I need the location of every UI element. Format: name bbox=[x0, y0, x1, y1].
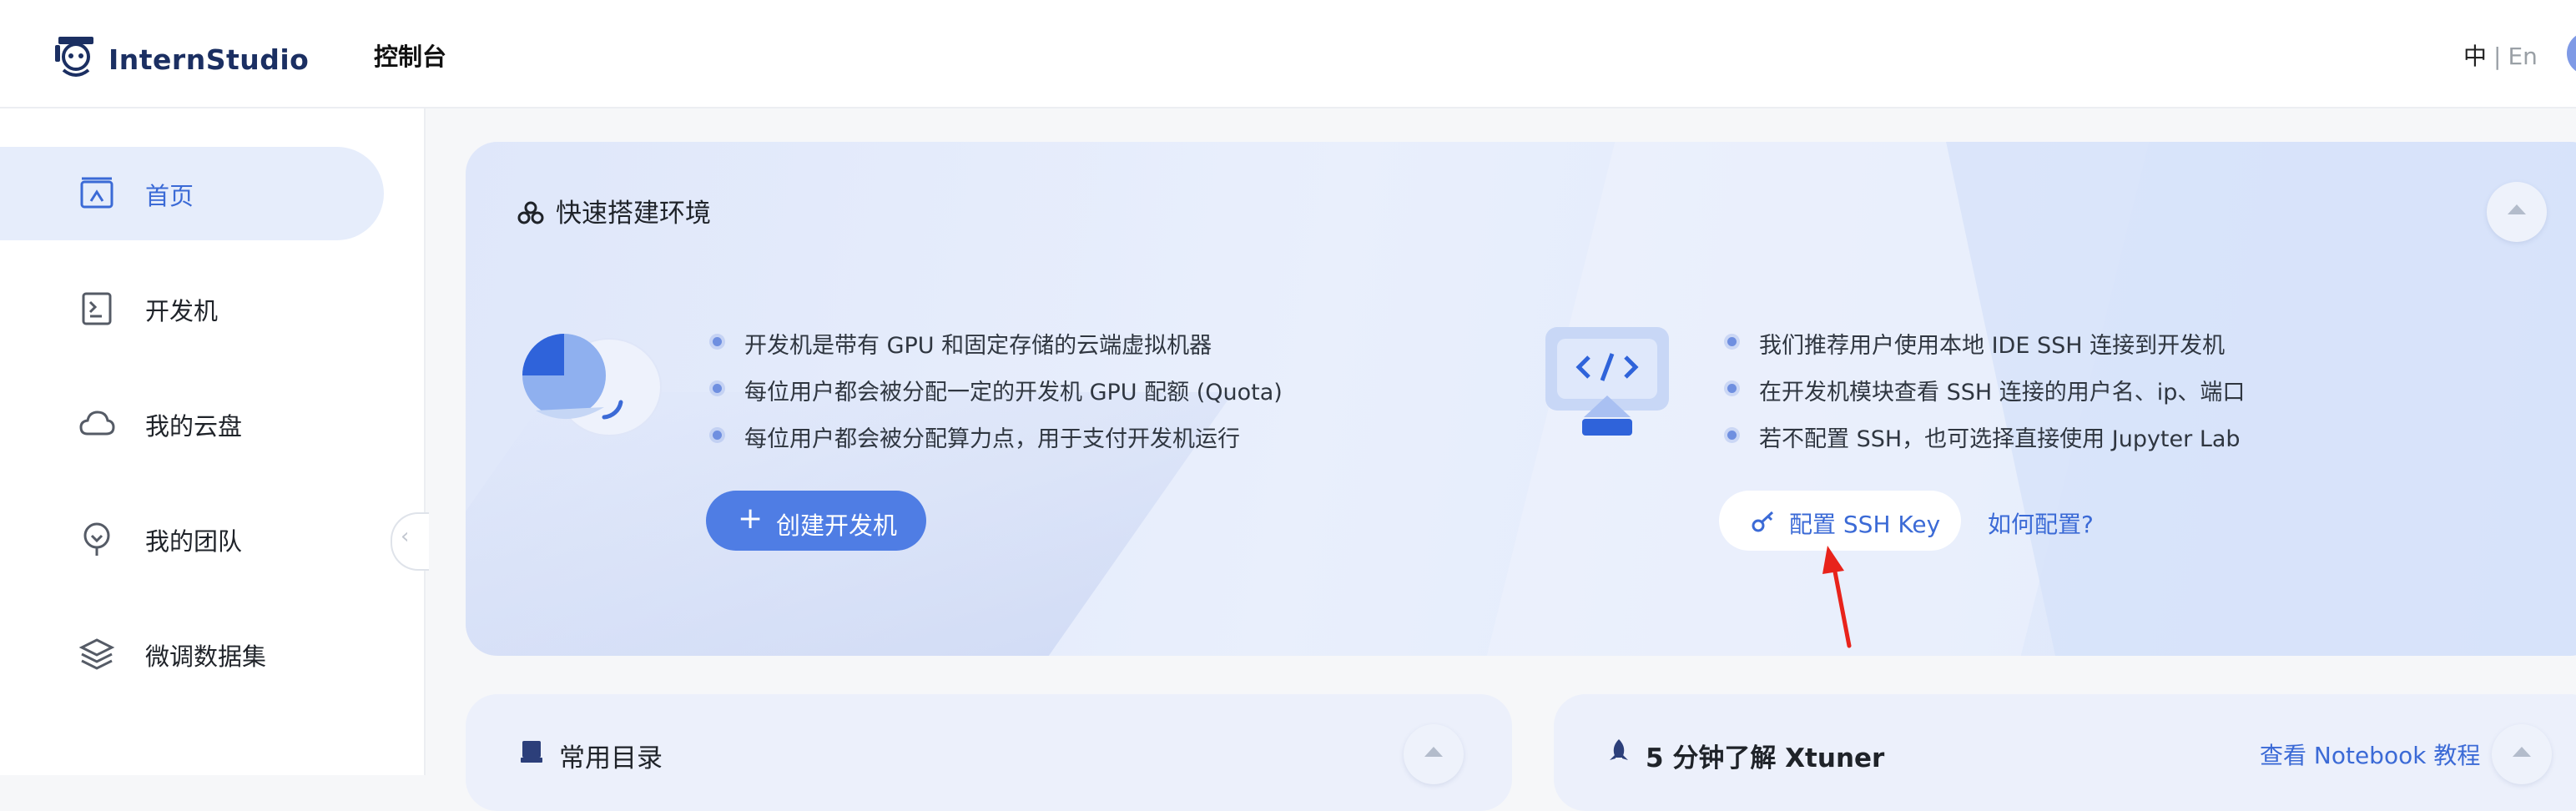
rocket-icon bbox=[1610, 739, 1628, 760]
lang-en-option[interactable]: En bbox=[2508, 43, 2537, 70]
dataset-icon bbox=[78, 638, 115, 670]
cloud-machine-illustration bbox=[522, 334, 662, 436]
chevron-left-icon: ‹ bbox=[401, 524, 410, 549]
console-title[interactable]: 控制台 bbox=[374, 38, 446, 73]
collapse-common-dirs-button[interactable] bbox=[1404, 724, 1464, 784]
list-item: 每位用户都会被分配算力点，用于支付开发机运行 bbox=[706, 421, 1283, 467]
sidebar-collapse-button[interactable]: ‹ bbox=[391, 512, 429, 571]
code-ide-illustration bbox=[1545, 327, 1669, 436]
sidebar-item-home[interactable]: 首页 bbox=[0, 147, 384, 240]
quick-setup-title: 快速搭建环境 bbox=[517, 192, 711, 229]
brand-name: InternStudio bbox=[108, 43, 310, 76]
list-item: 若不配置 SSH，也可选择直接使用 Jupyter Lab bbox=[1721, 421, 2245, 467]
language-switch: 中 | En bbox=[2463, 38, 2538, 72]
create-dev-machine-button[interactable]: + 创建开发机 bbox=[706, 491, 926, 551]
cluster-icon bbox=[517, 201, 544, 224]
sidebar-item-label: 首页 bbox=[145, 182, 194, 210]
logo-mascot-icon bbox=[55, 37, 93, 77]
configure-ssh-key-label: 配置 SSH Key bbox=[1789, 511, 1941, 538]
chevron-up-icon bbox=[2513, 747, 2531, 757]
quick-setup-card: 快速搭建环境 开发机是带有 GPU 和固定存储的云端虚拟机器 每位用户都会被分配… bbox=[466, 142, 2576, 656]
collapse-xtuner-button[interactable] bbox=[2492, 724, 2552, 784]
chevron-up-icon bbox=[2508, 204, 2526, 214]
list-item: 在开发机模块查看 SSH 连接的用户名、ip、端口 bbox=[1721, 374, 2245, 421]
lang-separator: | bbox=[2493, 43, 2502, 70]
key-icon bbox=[1752, 511, 1774, 532]
chevron-up-icon bbox=[1424, 747, 1443, 757]
quick-setup-title-text: 快速搭建环境 bbox=[556, 199, 711, 229]
sidebar-item-label: 我的团队 bbox=[145, 527, 243, 556]
sidebar-item-my-team[interactable]: 我的团队 bbox=[0, 492, 384, 586]
ssh-info-list: 我们推荐用户使用本地 IDE SSH 连接到开发机 在开发机模块查看 SSH 连… bbox=[1721, 327, 2245, 467]
lang-zh-option[interactable]: 中 bbox=[2463, 43, 2487, 70]
team-icon bbox=[83, 522, 110, 556]
list-item: 我们推荐用户使用本地 IDE SSH 连接到开发机 bbox=[1721, 327, 2245, 374]
sidebar-item-finetune-datasets[interactable]: 微调数据集 bbox=[0, 607, 384, 701]
collapse-quick-setup-button[interactable] bbox=[2487, 182, 2547, 242]
sidebar-item-cloud-drive[interactable]: 我的云盘 bbox=[0, 377, 384, 471]
terminal-icon bbox=[82, 292, 112, 325]
notebook-tutorial-link[interactable]: 查看 Notebook 教程 bbox=[2260, 738, 2480, 771]
sidebar-item-dev-machine[interactable]: 开发机 bbox=[0, 262, 384, 355]
common-dirs-title: 常用目录 bbox=[559, 743, 663, 773]
dev-machine-info-list: 开发机是带有 GPU 和固定存储的云端虚拟机器 每位用户都会被分配一定的开发机 … bbox=[706, 327, 1283, 467]
red-arrow-annotation bbox=[1822, 546, 1852, 648]
home-icon bbox=[80, 177, 113, 209]
create-dev-machine-label: 创建开发机 bbox=[776, 511, 898, 540]
list-item: 每位用户都会被分配一定的开发机 GPU 配额 (Quota) bbox=[706, 374, 1283, 421]
sidebar-item-label: 微调数据集 bbox=[145, 642, 267, 671]
xtuner-title: 5 分钟了解 Xtuner bbox=[1646, 743, 1885, 773]
top-bar: InternStudio 控制台 中 | En bbox=[0, 0, 2576, 108]
sidebar: 首页 开发机 我的云盘 我的团队 微调数据集 ‹ bbox=[0, 108, 429, 775]
avatar[interactable] bbox=[2567, 32, 2576, 75]
sidebar-item-label: 开发机 bbox=[145, 297, 219, 325]
how-to-configure-link[interactable]: 如何配置? bbox=[1988, 506, 2094, 540]
cloud-icon bbox=[79, 411, 115, 436]
plus-icon: + bbox=[738, 501, 764, 536]
bookmark-icon bbox=[521, 741, 542, 763]
list-item: 开发机是带有 GPU 和固定存储的云端虚拟机器 bbox=[706, 327, 1283, 374]
sidebar-item-label: 我的云盘 bbox=[145, 412, 243, 441]
logo[interactable]: InternStudio bbox=[52, 32, 309, 80]
